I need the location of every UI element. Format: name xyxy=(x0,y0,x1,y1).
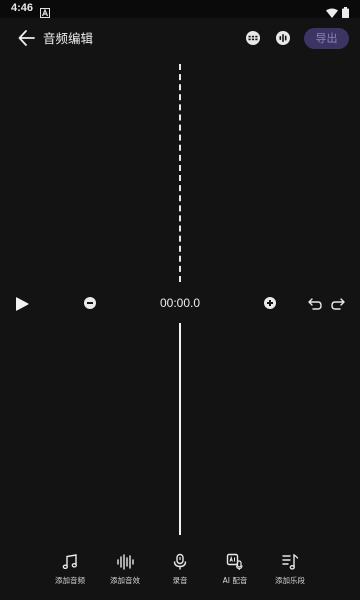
playhead-dashed-line xyxy=(179,64,181,282)
add-sound-effect-label: 添加音效 xyxy=(110,576,140,585)
record-label: 录音 xyxy=(172,576,188,585)
grid-icon[interactable] xyxy=(245,30,261,46)
playback-time: 00:00.0 xyxy=(159,296,201,310)
record-button[interactable]: 录音 xyxy=(150,553,210,589)
page-title: 音频编辑 xyxy=(43,31,94,46)
status-bar: 4:46 xyxy=(0,0,360,18)
add-audio-label: 添加音频 xyxy=(55,576,85,585)
undo-icon[interactable] xyxy=(307,296,323,310)
redo-icon[interactable] xyxy=(330,296,346,310)
add-sound-effect-button[interactable]: 添加音效 xyxy=(95,553,155,589)
back-arrow-icon[interactable] xyxy=(16,27,38,49)
play-icon[interactable] xyxy=(15,296,29,311)
music-note-icon xyxy=(62,554,77,570)
sound-wave-icon xyxy=(117,554,134,570)
ai-voice-button[interactable]: AI 配音 xyxy=(205,553,265,589)
microphone-icon xyxy=(173,553,187,570)
music-list-icon xyxy=(282,553,299,570)
add-music-segment-label: 添加乐段 xyxy=(275,576,305,585)
a-letter-icon xyxy=(40,3,50,22)
ai-voice-label: AI 配音 xyxy=(222,576,248,585)
export-button[interactable]: 导出 xyxy=(304,28,349,49)
equalizer-icon[interactable] xyxy=(275,30,291,46)
add-music-segment-button[interactable]: 添加乐段 xyxy=(260,553,320,589)
audio-editor-screen: 4:46 音频编辑 导出 00:00.0 添加音频 添加音效 录音 AI 配音 … xyxy=(0,0,360,600)
status-time: 4:46 xyxy=(11,2,34,14)
plus-circle-icon[interactable] xyxy=(264,297,276,309)
minus-circle-icon[interactable] xyxy=(84,297,96,309)
add-audio-button[interactable]: 添加音频 xyxy=(40,553,100,589)
ai-voice-icon xyxy=(226,553,243,570)
playhead-line xyxy=(179,323,181,535)
wifi-icon xyxy=(326,3,338,22)
battery-icon xyxy=(342,3,349,22)
